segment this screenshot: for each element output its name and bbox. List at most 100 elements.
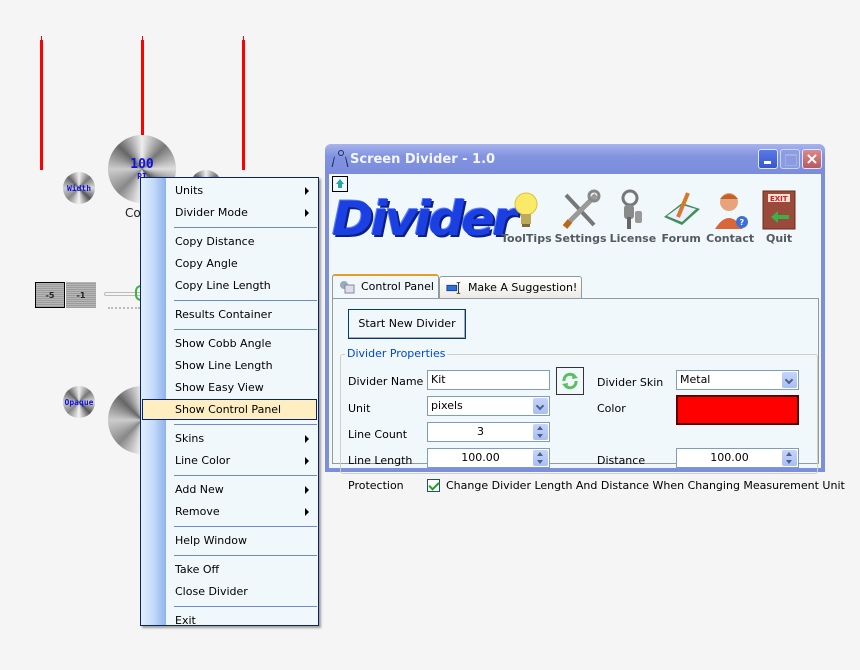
chevron-down-icon[interactable] — [782, 372, 797, 388]
menu-separator — [174, 555, 317, 556]
menu-item-exit[interactable]: Exit — [142, 610, 317, 631]
step-minus-1-button[interactable]: -1 — [66, 282, 96, 308]
tools-icon — [562, 189, 601, 229]
maximize-button[interactable] — [780, 149, 800, 169]
menu-separator — [174, 475, 317, 476]
line-count-spinner[interactable]: 3 — [427, 422, 550, 442]
menu-item-label: Close Divider — [175, 585, 248, 598]
license-button[interactable]: License — [609, 188, 657, 245]
menu-item-add-new[interactable]: Add New — [142, 479, 317, 500]
menu-separator — [174, 424, 317, 425]
menu-item-help-window[interactable]: Help Window — [142, 530, 317, 551]
divider-name-label: Divider Name — [348, 375, 424, 388]
settings-button[interactable]: Settings — [555, 188, 607, 245]
text-input-icon — [446, 282, 461, 294]
menu-item-label: Divider Mode — [175, 206, 248, 219]
menu-separator — [174, 227, 317, 228]
contact-button[interactable]: ? Contact — [706, 188, 754, 245]
menu-item-close-divider[interactable]: Close Divider — [142, 581, 317, 602]
tooltips-button[interactable]: ToolTips — [501, 188, 552, 245]
start-new-divider-label: Start New Divider — [358, 317, 456, 330]
divider-logo: Divider — [332, 191, 517, 247]
menu-item-show-easy-view[interactable]: Show Easy View — [142, 377, 317, 398]
opaque-knob-label: Opaque — [64, 397, 94, 407]
divider-skin-label: Divider Skin — [597, 376, 664, 389]
settings-label: Settings — [554, 232, 607, 245]
quit-button[interactable]: EXIT Quit — [757, 188, 801, 245]
forum-button[interactable]: Forum — [659, 188, 703, 245]
refresh-icon — [562, 372, 578, 390]
divider-skin-select[interactable]: Metal — [676, 370, 799, 390]
exit-door-icon: EXIT — [762, 190, 796, 230]
menu-item-label: Remove — [175, 505, 220, 518]
submenu-arrow-icon — [305, 486, 309, 494]
license-label: License — [609, 232, 657, 245]
divider-line-2[interactable] — [141, 36, 144, 135]
menu-item-label: Units — [175, 184, 204, 197]
divider-line-3[interactable] — [242, 36, 245, 170]
menu-item-label: Show Cobb Angle — [175, 337, 272, 350]
width-knob-label: Width — [66, 183, 92, 193]
protection-checkbox[interactable] — [427, 479, 440, 492]
divider-skin-value: Metal — [680, 373, 711, 386]
divider-name-input[interactable]: Kit — [427, 370, 550, 390]
screen-divider-window: Screen Divider - 1.0 × Divider ToolTips … — [325, 144, 845, 492]
support-agent-icon: ? — [715, 193, 749, 229]
menu-item-copy-angle[interactable]: Copy Angle — [142, 253, 317, 274]
start-new-divider-button[interactable]: Start New Divider — [348, 309, 466, 339]
unit-value: pixels — [431, 399, 463, 412]
tab-make-suggestion[interactable]: Make A Suggestion! — [438, 276, 583, 298]
toolbar: ToolTips Settings License Forum ? Contac… — [501, 188, 804, 245]
line-length-spinner[interactable]: 100.00 — [427, 448, 550, 468]
tooltips-label: ToolTips — [501, 232, 552, 245]
tab-control-panel[interactable]: Control Panel — [332, 274, 439, 298]
menu-item-skins[interactable]: Skins — [142, 428, 317, 449]
refresh-name-button[interactable] — [556, 367, 584, 395]
menu-item-divider-mode[interactable]: Divider Mode — [142, 202, 317, 223]
menu-item-results-container[interactable]: Results Container — [142, 304, 317, 325]
menu-item-show-line-length[interactable]: Show Line Length — [142, 355, 317, 376]
book-pen-icon — [664, 192, 701, 225]
divider-name-value: Kit — [431, 373, 446, 386]
spinner-arrows-icon[interactable] — [782, 450, 797, 466]
compass-icon — [332, 150, 346, 168]
context-menu: Units Divider Mode Copy Distance Copy Angle… — [140, 177, 319, 627]
menu-item-label: Show Easy View — [175, 381, 264, 394]
color-swatch[interactable] — [676, 395, 799, 425]
menu-item-show-control-panel[interactable]: Show Control Panel — [142, 399, 317, 420]
menu-item-label: Add New — [175, 483, 224, 496]
unit-select[interactable]: pixels — [427, 396, 550, 416]
menu-item-copy-line-length[interactable]: Copy Line Length — [142, 275, 317, 296]
width-knob[interactable]: Width — [63, 172, 95, 204]
center-caption: Co — [125, 206, 141, 220]
contact-label: Contact — [706, 232, 755, 245]
close-button[interactable]: × — [802, 149, 822, 169]
chevron-down-icon[interactable] — [533, 398, 548, 414]
divider-line-1[interactable] — [40, 36, 43, 170]
slider-dotted-guide — [108, 307, 140, 309]
menu-item-take-off[interactable]: Take Off — [142, 559, 317, 580]
menu-item-line-color[interactable]: Line Color — [142, 450, 317, 471]
tab-control-panel-label: Control Panel — [361, 280, 434, 293]
spinner-arrows-icon[interactable] — [533, 450, 548, 466]
line-length-label: Line Length — [348, 454, 413, 467]
distance-label: Distance — [597, 454, 646, 467]
svg-text:EXIT: EXIT — [770, 195, 788, 203]
spinner-arrows-icon[interactable] — [533, 424, 548, 440]
unit-label: Unit — [348, 402, 371, 415]
submenu-arrow-icon — [305, 187, 309, 195]
step-minus-5-button[interactable]: -5 — [35, 282, 65, 308]
pin-button[interactable] — [332, 176, 348, 192]
menu-item-copy-distance[interactable]: Copy Distance — [142, 231, 317, 252]
step-minus-5-label: -5 — [45, 290, 55, 300]
submenu-arrow-icon — [305, 457, 309, 465]
submenu-arrow-icon — [305, 209, 309, 217]
menu-item-units[interactable]: Units — [142, 180, 317, 201]
minimize-button[interactable] — [758, 149, 778, 169]
menu-item-remove[interactable]: Remove — [142, 501, 317, 522]
menu-item-show-cobb-angle[interactable]: Show Cobb Angle — [142, 333, 317, 354]
distance-spinner[interactable]: 100.00 — [676, 448, 799, 468]
opaque-knob[interactable]: Opaque — [63, 386, 95, 418]
title-bar[interactable]: Screen Divider - 1.0 × — [325, 144, 825, 174]
menu-item-label: Show Line Length — [175, 359, 273, 372]
